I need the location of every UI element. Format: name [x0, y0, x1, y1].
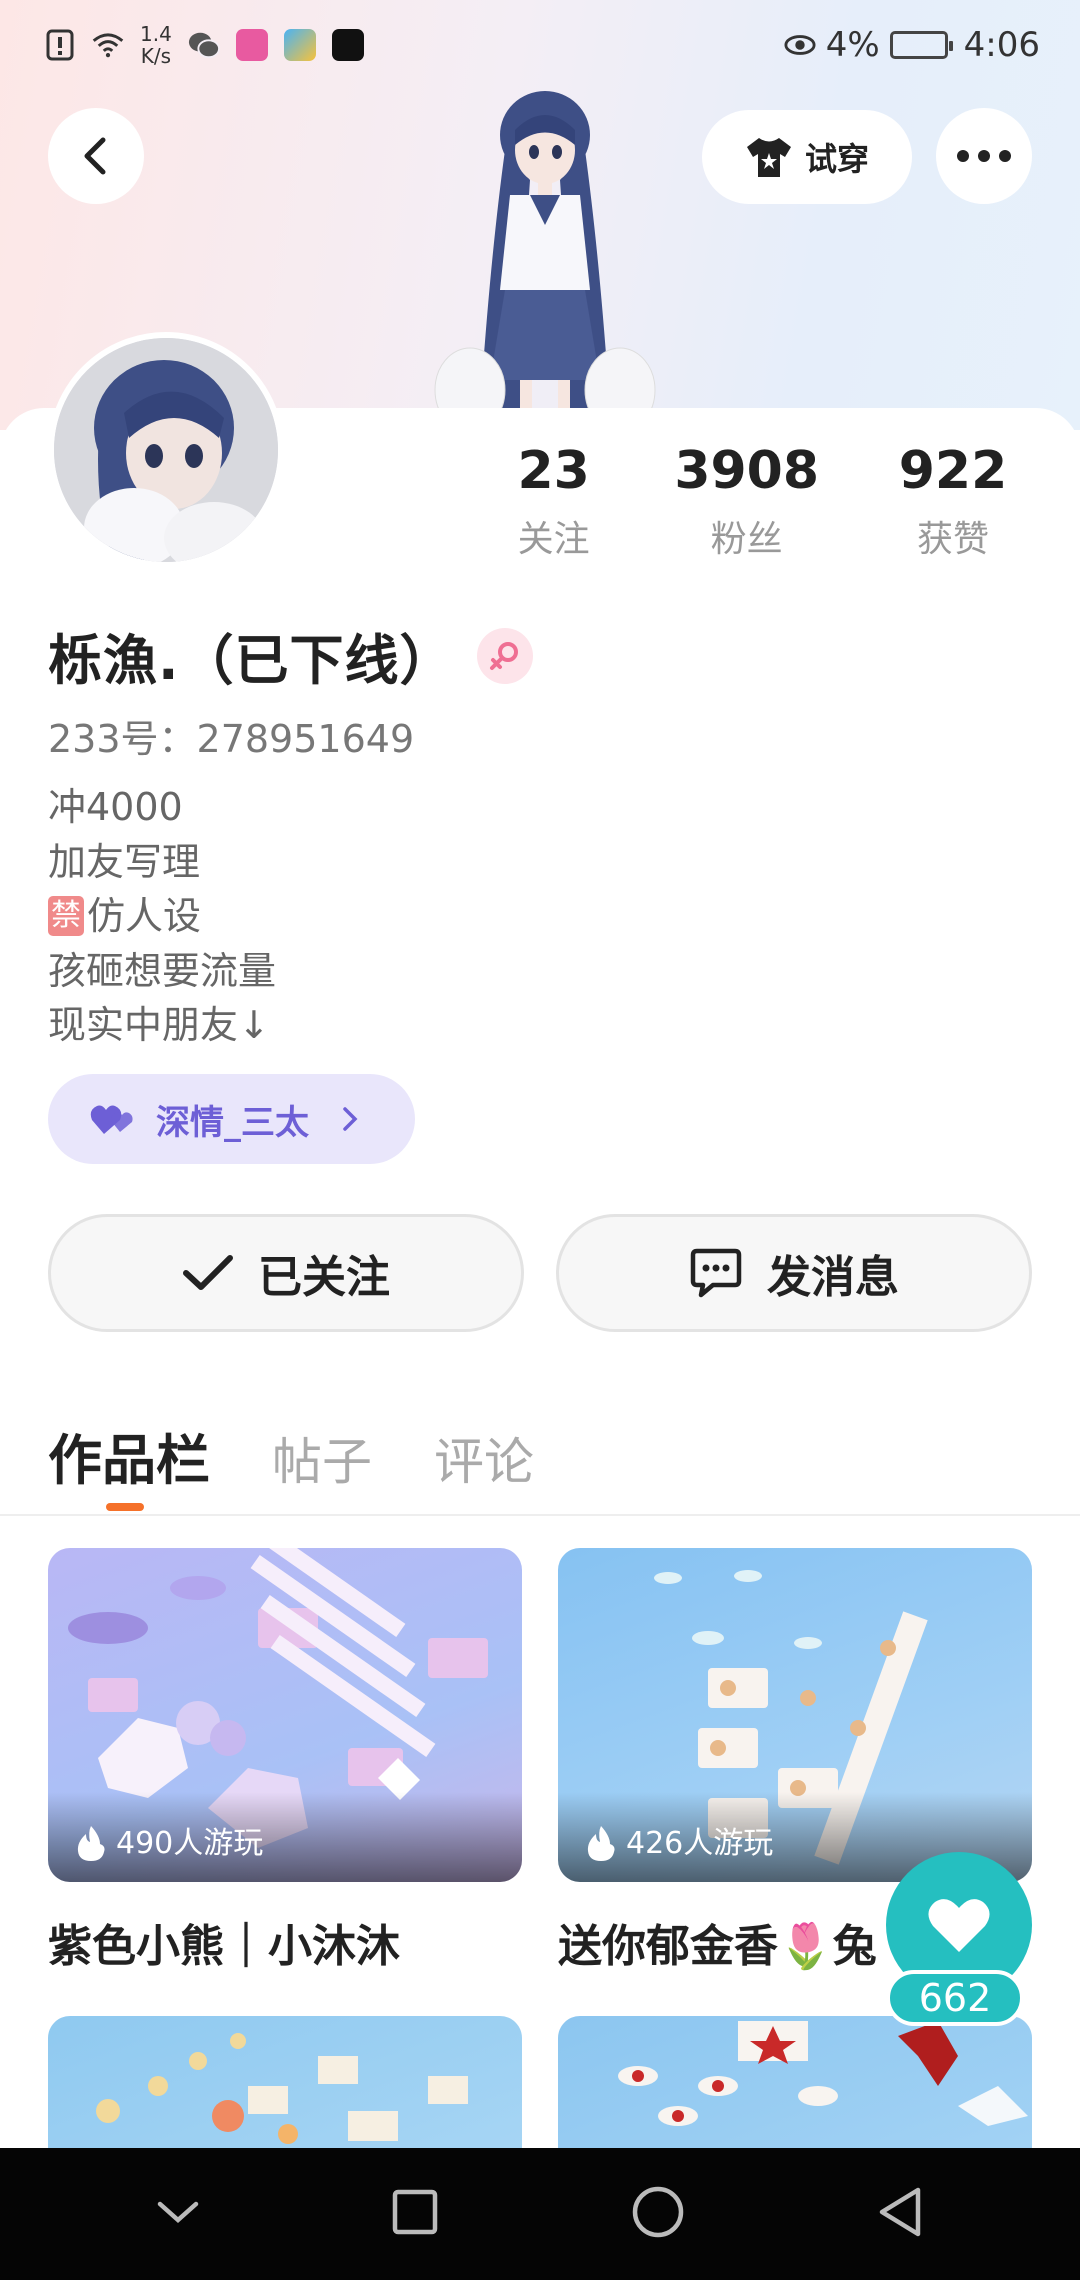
- stat-following[interactable]: 23 关注: [470, 440, 637, 562]
- chevron-right-icon: [343, 1107, 358, 1131]
- wechat-icon: [188, 29, 220, 61]
- system-navigation-bar: [0, 2148, 1080, 2280]
- bio-line: 加友写理: [48, 839, 201, 884]
- avatar[interactable]: [48, 332, 284, 568]
- capcut-app-icon: [331, 29, 364, 61]
- clock: 4:06: [963, 25, 1040, 65]
- wifi-icon: [92, 29, 124, 61]
- nav-back-button[interactable]: [876, 2186, 924, 2242]
- following-count: 23: [517, 441, 590, 501]
- bio-line: 冲4000: [48, 785, 183, 829]
- video-app-icon: [235, 29, 268, 61]
- profile-stats: 23 关注 3908 粉丝 922 获赞: [470, 440, 1050, 562]
- avatar-character-illustration: [434, 91, 656, 430]
- work-thumbnail-image: [618, 2021, 1028, 2126]
- battery-icon: [889, 31, 953, 59]
- battery-percent: 4%: [825, 25, 880, 65]
- content-tabs: 作品栏 帖子 评论: [48, 1416, 534, 1495]
- heart-icon: [928, 1899, 990, 1952]
- work-title: 紫色小熊｜小沐沐: [48, 1921, 400, 1972]
- try-on-button[interactable]: 试穿: [702, 110, 912, 204]
- tab-divider: [0, 1514, 1080, 1516]
- try-on-label: 试穿: [804, 140, 869, 178]
- following-label: 关注: [517, 519, 590, 560]
- work-card[interactable]: [558, 2016, 1032, 2148]
- cp-tag-label: 深情_三太: [156, 1102, 309, 1143]
- tab-comments[interactable]: 评论: [434, 1422, 534, 1494]
- player-app-icon: [283, 29, 316, 61]
- active-tab-indicator: [106, 1503, 144, 1511]
- likes-label: 获赞: [917, 519, 990, 560]
- work-thumbnail-image: [96, 2033, 468, 2144]
- likes-count: 922: [898, 441, 1008, 501]
- chevron-down-icon: [157, 2201, 198, 2224]
- nickname: 栎漁.（已下线）: [48, 629, 455, 692]
- bio-line: 禁仿人设: [48, 889, 276, 944]
- ban-tag: 禁: [48, 896, 84, 936]
- tshirt-icon: [746, 138, 791, 177]
- followers-count: 3908: [674, 441, 820, 501]
- work-thumbnail: [48, 2016, 522, 2148]
- tab-posts[interactable]: 帖子: [272, 1422, 372, 1494]
- following-button[interactable]: 已关注: [48, 1214, 524, 1332]
- work-card[interactable]: 490人游玩 紫色小熊｜小沐沐: [48, 1548, 522, 1974]
- status-bar: 1.4 K/s 4% 4:06: [0, 0, 1080, 90]
- work-thumbnail: [558, 2016, 1032, 2148]
- triangle-back-icon: [880, 2187, 921, 2237]
- stat-likes[interactable]: 922 获赞: [856, 440, 1050, 562]
- following-button-label: 已关注: [258, 1252, 390, 1303]
- like-count-badge: 662: [886, 1970, 1024, 2026]
- nav-home-button[interactable]: [631, 2185, 685, 2243]
- nav-recents-button[interactable]: [391, 2188, 439, 2240]
- cp-relationship-tag[interactable]: 深情_三太: [48, 1074, 415, 1164]
- notification-alert-icon: [44, 29, 76, 61]
- followers-label: 粉丝: [710, 519, 783, 560]
- chevron-left-icon: [84, 137, 106, 175]
- network-speed: 1.4 K/s: [140, 22, 172, 68]
- send-message-button[interactable]: 发消息: [556, 1214, 1032, 1332]
- square-icon: [393, 2189, 438, 2235]
- avatar-image: [54, 338, 278, 562]
- bio-line: 现实中朋友↓: [48, 1003, 270, 1047]
- checkmark-icon: [183, 1255, 233, 1290]
- eye-comfort-icon: [784, 29, 816, 61]
- more-dots-icon: [957, 150, 1011, 162]
- bio-line: 孩砸想要流量: [48, 948, 277, 993]
- tab-works[interactable]: 作品栏: [48, 1416, 210, 1495]
- work-card[interactable]: [48, 2016, 522, 2148]
- nav-collapse-button[interactable]: [156, 2198, 200, 2230]
- more-options-button[interactable]: [936, 108, 1032, 204]
- back-button[interactable]: [48, 108, 144, 204]
- stat-followers[interactable]: 3908 粉丝: [637, 440, 856, 562]
- chat-bubble-icon: [690, 1248, 742, 1298]
- flame-icon: [77, 1826, 105, 1861]
- work-thumbnail: 490人游玩: [48, 1548, 522, 1882]
- play-count: 490人游玩: [48, 1792, 522, 1882]
- circle-home-icon: [632, 2186, 683, 2238]
- bio: 冲4000 加友写理 禁仿人设 孩砸想要流量 现实中朋友↓: [48, 780, 276, 1053]
- user-id: 233号：278951649: [48, 717, 415, 761]
- flame-icon: [587, 1826, 615, 1861]
- double-heart-icon: [90, 1105, 133, 1134]
- nickname-row: 栎漁.（已下线）: [48, 616, 533, 695]
- work-thumbnail: 426人游玩: [558, 1548, 1032, 1882]
- female-gender-icon: [476, 627, 533, 684]
- send-message-label: 发消息: [767, 1252, 899, 1303]
